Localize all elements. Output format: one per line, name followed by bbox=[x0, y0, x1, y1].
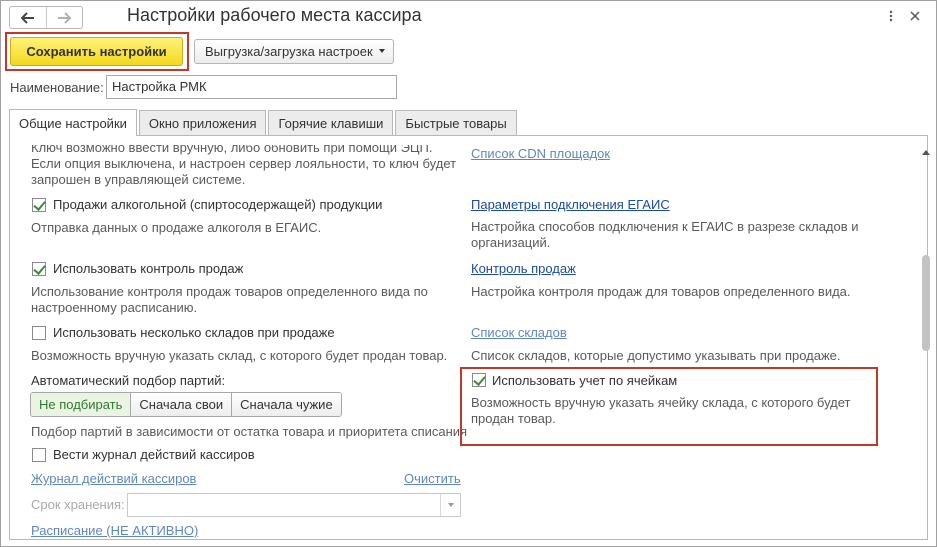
name-label: Наименование: bbox=[10, 80, 104, 95]
sales-control-link[interactable]: Контроль продаж bbox=[471, 261, 576, 277]
alcohol-sales-description: Отправка данных о продаже алкоголя в ЕГА… bbox=[31, 220, 322, 235]
arrow-left-icon bbox=[20, 11, 34, 24]
egais-connection-link[interactable]: Параметры подключения ЕГАИС bbox=[471, 197, 670, 213]
multi-warehouse-checkbox[interactable] bbox=[32, 326, 46, 340]
cashier-journal-link[interactable]: Журнал действий кассиров bbox=[31, 471, 196, 487]
key-description-line-3: запрошен в управляющей системе. bbox=[31, 172, 246, 187]
cell-accounting-checkbox[interactable] bbox=[472, 373, 486, 387]
batch-selection-switch: Не подбирать Сначала свои Сначала чужие bbox=[30, 392, 342, 417]
key-description-line-2: Если опция выключена, и настроен сервер … bbox=[31, 156, 457, 171]
more-vertical-icon bbox=[889, 10, 893, 22]
multi-warehouse-description: Возможность вручную указать склад, с кот… bbox=[31, 348, 448, 363]
export-import-settings-button[interactable]: Выгрузка/загрузка настроек bbox=[194, 39, 394, 64]
cell-accounting-label: Использовать учет по ячейкам bbox=[492, 373, 678, 388]
dropdown-caret-icon bbox=[379, 49, 385, 53]
cell-accounting-description-line-2: продан товар. bbox=[471, 411, 556, 426]
more-menu-button[interactable] bbox=[882, 7, 900, 25]
close-button[interactable] bbox=[906, 7, 924, 25]
vertical-scrollbar[interactable] bbox=[917, 143, 933, 538]
sales-control-settings-description: Настройка контроля продаж для товаров оп… bbox=[471, 284, 851, 299]
alcohol-sales-checkbox[interactable] bbox=[32, 198, 46, 212]
tab-quick-products[interactable]: Быстрые товары bbox=[395, 110, 517, 136]
cdn-list-link[interactable]: Список CDN площадок bbox=[471, 146, 610, 162]
warehouses-description: Список складов, которые допустимо указыв… bbox=[471, 348, 841, 363]
name-input[interactable]: Настройка РМК bbox=[106, 75, 397, 99]
scroll-thumb[interactable] bbox=[922, 255, 930, 351]
tab-hotkeys[interactable]: Горячие клавиши bbox=[268, 110, 394, 136]
multi-warehouse-label: Использовать несколько складов при прода… bbox=[53, 325, 335, 340]
cashier-journal-checkbox[interactable] bbox=[32, 448, 46, 462]
sales-control-description-line-2: настроенному расписанию. bbox=[31, 300, 198, 315]
export-import-label: Выгрузка/загрузка настроек bbox=[205, 44, 373, 59]
storage-period-select[interactable] bbox=[127, 493, 461, 517]
batch-option-none[interactable]: Не подбирать bbox=[31, 393, 131, 416]
arrow-right-icon bbox=[58, 11, 72, 24]
egais-description-line-1: Настройка способов подключения к ЕГАИС в… bbox=[471, 219, 859, 234]
sales-control-description-line-1: Использование контроля продаж товаров оп… bbox=[31, 284, 428, 299]
tab-app-window[interactable]: Окно приложения bbox=[138, 110, 267, 136]
save-settings-button[interactable]: Сохранить настройки bbox=[10, 37, 183, 66]
batch-selection-label: Автоматический подбор партий: bbox=[31, 373, 226, 388]
sales-control-label: Использовать контроль продаж bbox=[53, 261, 244, 276]
cashier-journal-label: Вести журнал действий кассиров bbox=[53, 447, 255, 462]
settings-tabs: Общие настройки Окно приложения Горячие … bbox=[9, 109, 519, 136]
sales-control-checkbox[interactable] bbox=[32, 262, 46, 276]
storage-period-label: Срок хранения: bbox=[31, 497, 125, 512]
chevron-down-icon[interactable] bbox=[440, 494, 460, 516]
batch-selection-description: Подбор партий в зависимости от остатка т… bbox=[31, 424, 468, 439]
back-button[interactable] bbox=[10, 7, 46, 28]
alcohol-sales-label: Продажи алкогольной (спиртосодержащей) п… bbox=[53, 197, 383, 212]
batch-option-others-first[interactable]: Сначала чужие bbox=[231, 393, 341, 416]
warehouses-list-link[interactable]: Список складов bbox=[471, 325, 567, 341]
forward-button[interactable] bbox=[45, 7, 83, 28]
scroll-up-icon[interactable] bbox=[922, 150, 930, 155]
egais-description-line-2: организаций. bbox=[471, 235, 551, 250]
page-title: Настройки рабочего места кассира bbox=[127, 5, 422, 25]
cell-accounting-description-line-1: Возможность вручную указать ячейку склад… bbox=[471, 395, 851, 410]
close-icon bbox=[910, 11, 920, 21]
batch-option-own-first[interactable]: Сначала свои bbox=[130, 393, 232, 416]
navigation-buttons bbox=[9, 6, 83, 29]
schedule-link[interactable]: Расписание (НЕ АКТИВНО) bbox=[31, 523, 198, 539]
tab-general-settings[interactable]: Общие настройки bbox=[9, 109, 137, 136]
clear-journal-link[interactable]: Очистить bbox=[404, 471, 461, 487]
